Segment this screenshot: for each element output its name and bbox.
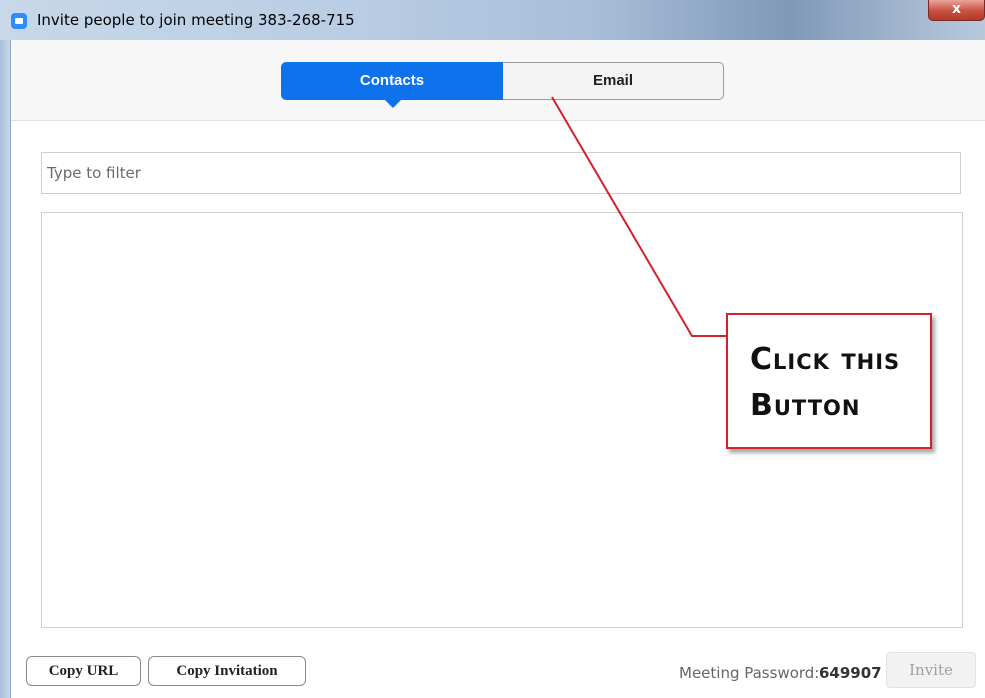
invite-button[interactable]: Invite: [886, 652, 976, 688]
callout-line-1: Click this: [750, 342, 901, 377]
callout-line-2: Button: [750, 388, 861, 423]
copy-invitation-button[interactable]: Copy Invitation: [148, 656, 306, 686]
close-button[interactable]: x: [928, 0, 985, 21]
active-tab-indicator: [385, 100, 401, 108]
meeting-password-label: Meeting Password:: [679, 664, 820, 682]
tab-email[interactable]: Email: [503, 62, 724, 100]
tab-contacts[interactable]: Contacts: [281, 62, 503, 100]
copy-url-button[interactable]: Copy URL: [26, 656, 141, 686]
title-bar: Invite people to join meeting 383-268-71…: [0, 0, 985, 41]
tab-header: Contacts Email: [11, 40, 985, 121]
callout-text: Click this Button: [750, 337, 930, 429]
meeting-password-value: 649907: [819, 664, 882, 682]
callout-annotation: Click this Button: [726, 313, 932, 449]
filter-input[interactable]: [41, 152, 961, 194]
window-title: Invite people to join meeting 383-268-71…: [37, 11, 355, 29]
zoom-camera-icon: [11, 13, 27, 29]
window-frame-left: [0, 40, 10, 698]
close-icon: x: [951, 1, 962, 17]
